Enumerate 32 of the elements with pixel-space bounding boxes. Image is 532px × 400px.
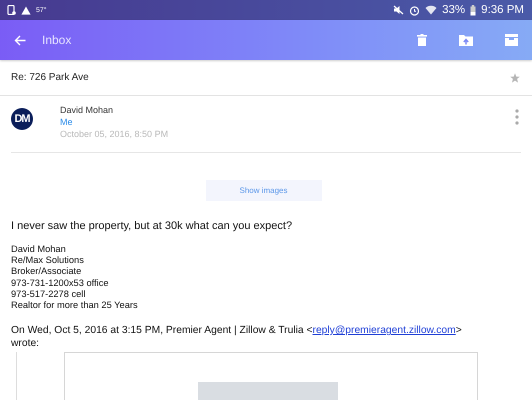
phone-icon: [7, 5, 16, 15]
email-link[interactable]: reply@premieragent.zillow.com: [312, 325, 456, 336]
delete-icon[interactable]: [417, 34, 427, 46]
signature-line: 973-731-1200x53 office: [11, 278, 110, 289]
signature-line: David Mohan: [11, 244, 67, 256]
signature-line: Realtor for more than 25 Years: [11, 300, 139, 312]
battery-percent: 33%: [442, 4, 466, 16]
move-to-folder-icon[interactable]: [459, 34, 473, 46]
back-arrow-icon[interactable]: [14, 34, 26, 46]
clock-time: 9:36 PM: [481, 4, 524, 16]
mute-icon: [393, 5, 404, 15]
recipient-link[interactable]: Me: [60, 116, 515, 128]
quote-header-text: On Wed, Oct 5, 2016 at 3:15 PM, Premier Agent | Zillow & Trulia <: [11, 325, 313, 336]
sender-name: David Mohan: [60, 104, 114, 116]
star-icon[interactable]: [510, 72, 520, 82]
message-date: October 05, 2016, 8:50 PM: [60, 128, 170, 140]
sender-avatar: DM: [11, 108, 33, 130]
message-body: I never saw the property, but at 30k what can you expect?: [10, 219, 294, 232]
email-subject: Re: 726 Park Ave: [11, 72, 89, 83]
battery-icon: [470, 4, 476, 16]
quote-header-text: wrote:: [11, 337, 40, 350]
signature-line: Re/Max Solutions: [11, 255, 85, 266]
warning-icon: [21, 6, 31, 14]
signature-line: Broker/Associate: [11, 266, 82, 278]
signature-line: 973-517-2278 cell: [11, 288, 86, 300]
archive-icon[interactable]: [505, 34, 518, 46]
alarm-icon: [409, 4, 420, 16]
more-options-icon[interactable]: [515, 109, 519, 125]
show-images-button[interactable]: Show images: [206, 180, 322, 201]
wifi-icon: [425, 5, 438, 15]
inbox-title: Inbox: [42, 33, 72, 47]
quote-header-text: >: [456, 325, 462, 336]
